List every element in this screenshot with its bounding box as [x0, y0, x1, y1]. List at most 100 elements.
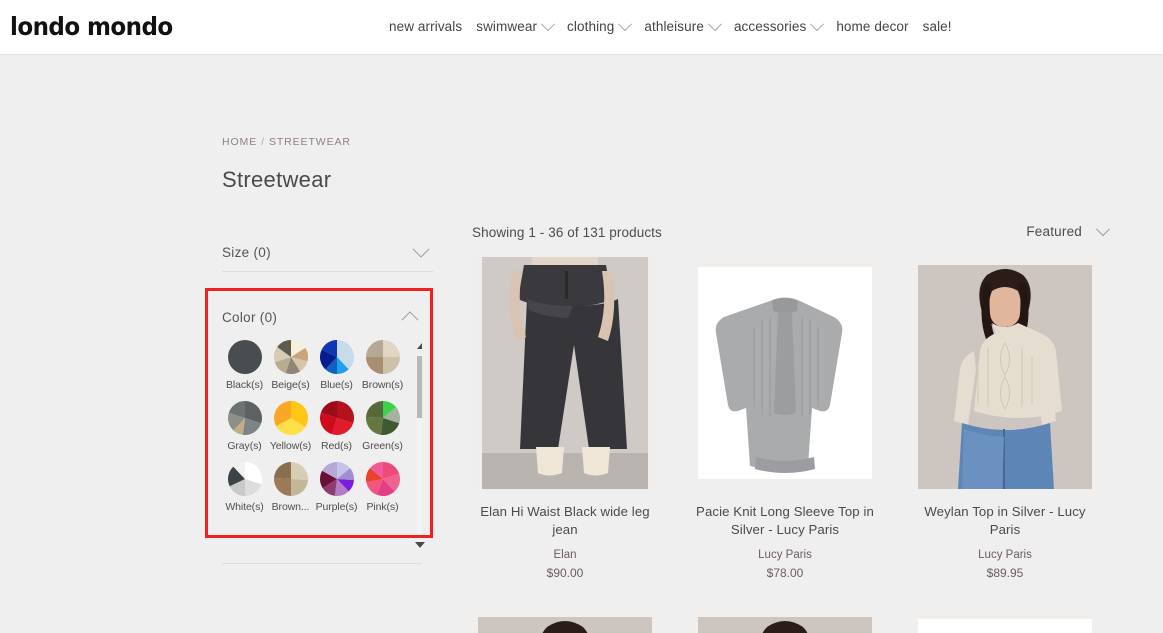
color-swatch-label: Gray(s) [227, 440, 262, 452]
nav-item-label: new arrivals [389, 19, 463, 34]
triangle-up-icon[interactable] [417, 343, 422, 349]
main-nav: new arrivals swimwear clothing athleisure ac… [389, 16, 952, 34]
chevron-down-icon [1095, 221, 1111, 236]
color-swatch-circle [273, 340, 308, 374]
product-image[interactable] [472, 257, 658, 489]
color-swatch-label: Blue(s) [320, 379, 353, 391]
product-image[interactable] [472, 609, 658, 633]
product-grid: Elan Hi Waist Black wide leg jean Elan $90… [472, 257, 1112, 580]
color-swatch-gray-s-[interactable]: Gray(s) [222, 401, 267, 452]
nav-item-label: sale! [922, 19, 952, 34]
color-swatch-yellow-s-[interactable]: Yellow(s) [268, 401, 313, 452]
nav-item-clothing[interactable]: clothing [567, 16, 633, 34]
product-brand: Lucy Paris [978, 549, 1032, 561]
color-swatch-circle [227, 462, 262, 496]
color-swatch-label: Brown(s) [361, 379, 404, 391]
color-swatch-label: Red(s) [321, 440, 352, 452]
color-swatch-circle [319, 462, 354, 497]
breadcrumb: HOME / STREETWEAR [222, 136, 351, 148]
color-swatch-circle [227, 340, 262, 374]
breadcrumb-home[interactable]: HOME [222, 136, 257, 148]
product-grid-row2 [472, 609, 1112, 633]
scrollbar-thumb[interactable] [417, 356, 422, 418]
breadcrumb-current[interactable]: STREETWEAR [269, 136, 351, 148]
sort-dropdown[interactable]: Featured [1026, 221, 1111, 239]
nav-item-new-arrivals[interactable]: new arrivals [389, 19, 462, 34]
filter-bottom-divider [222, 563, 422, 564]
nav-item-label: swimwear [476, 19, 538, 34]
chevron-down-icon [618, 16, 633, 31]
nav-item-label: clothing [567, 19, 615, 34]
color-swatch-label: Black(s) [225, 379, 264, 391]
color-swatch-label: Brown... [271, 501, 310, 513]
color-swatch-label: Beige(s) [271, 379, 310, 391]
nav-item-athleisure[interactable]: athleisure [644, 16, 723, 34]
product-card[interactable]: Weylan Top in Silver - Lucy Paris Lucy Pa… [912, 257, 1098, 580]
color-swatch-label: Purple(s) [315, 501, 358, 513]
filter-sidebar: Size (0) [222, 233, 433, 272]
color-swatch-brown-s-[interactable]: Brown(s) [360, 340, 405, 391]
product-image[interactable] [912, 257, 1098, 489]
results-count: Showing 1 - 36 of 131 products [472, 225, 662, 240]
triangle-down-icon[interactable] [415, 542, 425, 548]
color-swatch-circle [365, 462, 400, 497]
page-title: Streetwear [222, 167, 332, 192]
color-swatch-circle [227, 401, 262, 436]
color-swatch-circle [319, 340, 354, 374]
color-swatch-circle [319, 401, 354, 435]
filter-size-toggle[interactable]: Size (0) [222, 233, 433, 271]
nav-item-label: accessories [733, 19, 807, 34]
page-content: HOME / STREETWEAR Streetwear Size (0) Colo… [0, 55, 1163, 633]
nav-item-label: home decor [836, 19, 909, 34]
filter-divider [222, 271, 433, 272]
filter-color-toggle[interactable]: Color (0) [222, 298, 422, 336]
product-image[interactable] [912, 609, 1098, 633]
color-panel-scrollbar[interactable] [415, 340, 422, 548]
color-swatch-circle [365, 340, 400, 374]
product-image[interactable] [692, 257, 878, 489]
breadcrumb-separator: / [261, 136, 265, 148]
color-swatch-scroll-area: Black(s) Beige(s) Blue(s) Brown(s) Gray(s) Ye… [222, 340, 422, 548]
nav-item-home-decor[interactable]: home decor [836, 19, 908, 34]
product-title[interactable]: Pacie Knit Long Sleeve Top in Silver - L… [692, 503, 878, 539]
color-swatch-purple-s-[interactable]: Purple(s) [314, 462, 359, 513]
color-swatch-white-s-[interactable]: White(s) [222, 462, 267, 513]
color-swatch-beige-s-[interactable]: Beige(s) [268, 340, 313, 391]
nav-item-sale-[interactable]: sale! [923, 19, 952, 34]
color-swatch-label: Green(s) [362, 440, 403, 452]
filter-color-label: Color (0) [222, 309, 278, 325]
sort-value: Featured [1026, 224, 1082, 239]
color-swatch-black-s-[interactable]: Black(s) [222, 340, 267, 391]
color-swatch-circle [273, 462, 308, 496]
filter-size-label: Size (0) [222, 244, 271, 260]
color-swatch-blue-s-[interactable]: Blue(s) [314, 340, 359, 391]
nav-item-label: athleisure [644, 19, 704, 34]
nav-item-accessories[interactable]: accessories [733, 16, 825, 34]
color-swatch-circle [365, 401, 400, 436]
product-image[interactable] [692, 609, 878, 633]
color-swatch-pink-s-[interactable]: Pink(s) [360, 462, 405, 513]
filter-color-section: Color (0) Black(s) Beige(s) Blue(s) Brown(s… [222, 298, 422, 548]
color-swatch-label: Yellow(s) [269, 440, 312, 452]
site-header: londo mondo new arrivals swimwear clothing… [0, 0, 1163, 55]
chevron-down-icon [707, 16, 723, 31]
color-swatch-label: Pink(s) [366, 501, 399, 513]
chevron-down-icon [540, 16, 556, 31]
chevron-up-icon [401, 311, 419, 329]
color-swatch-circle [273, 401, 308, 436]
site-logo[interactable]: londo mondo [10, 12, 173, 41]
product-card[interactable]: Elan Hi Waist Black wide leg jean Elan $90… [472, 257, 658, 580]
color-swatch-green-s-[interactable]: Green(s) [360, 401, 405, 452]
product-title[interactable]: Elan Hi Waist Black wide leg jean [472, 503, 658, 539]
chevron-down-icon [810, 16, 825, 31]
product-card[interactable]: Pacie Knit Long Sleeve Top in Silver - L… [692, 257, 878, 580]
product-title[interactable]: Weylan Top in Silver - Lucy Paris [912, 503, 1098, 539]
color-swatch-grid: Black(s) Beige(s) Blue(s) Brown(s) Gray(s) Ye… [222, 340, 407, 521]
color-swatch-label: White(s) [225, 501, 264, 513]
color-swatch-brown-[interactable]: Brown... [268, 462, 313, 513]
product-brand: Lucy Paris [758, 549, 812, 561]
chevron-down-icon [412, 240, 430, 258]
color-swatch-red-s-[interactable]: Red(s) [314, 401, 359, 452]
product-brand: Elan [553, 549, 577, 561]
nav-item-swimwear[interactable]: swimwear [476, 16, 556, 34]
